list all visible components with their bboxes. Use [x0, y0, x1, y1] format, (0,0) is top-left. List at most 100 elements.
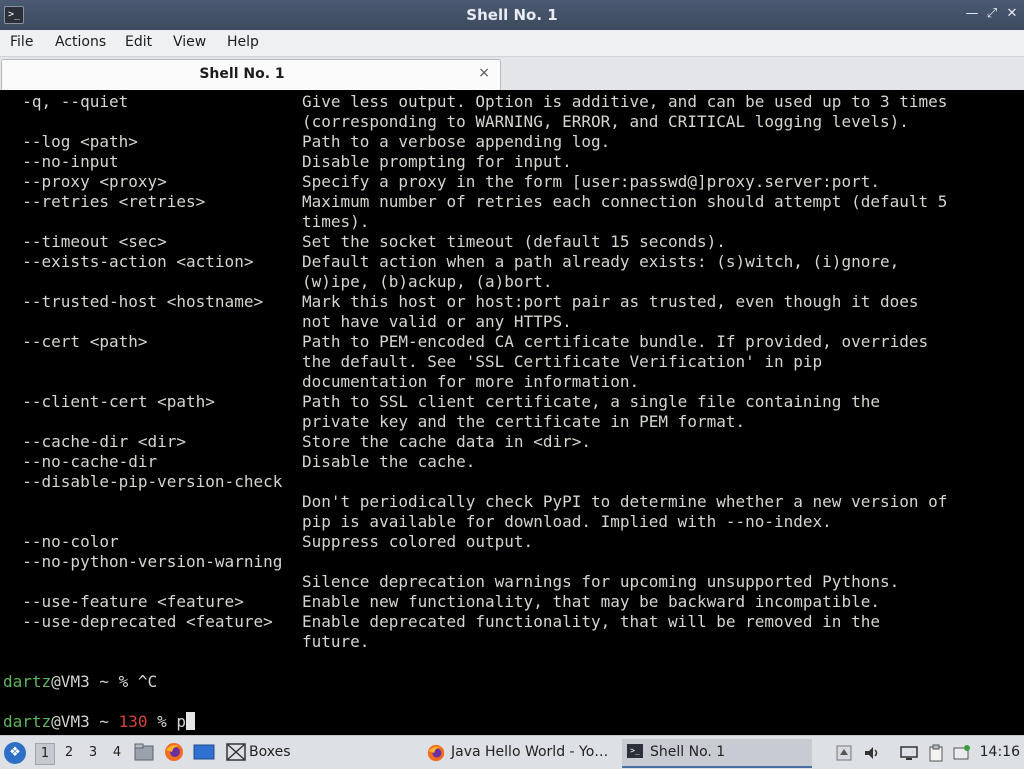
boxes-label[interactable]: Boxes	[249, 736, 291, 769]
terminal-line: --disable-pip-version-check	[3, 472, 282, 492]
taskbar: ❖ 1 2 3 4 Boxes Java Hello World - Yo… >…	[0, 735, 1024, 769]
option-description: times).	[302, 212, 370, 231]
prompt-host: @VM3 ~	[51, 672, 119, 691]
option-description: Don't periodically check PyPI to determi…	[302, 492, 948, 511]
menu-actions[interactable]: Actions	[55, 34, 106, 50]
firefox-icon[interactable]	[163, 742, 185, 762]
option-description: Specify a proxy in the form [user:passwd…	[302, 172, 880, 191]
terminal-line: --cache-dir <dir> Store the cache data in…	[3, 432, 591, 452]
shell-prompt: dartz@VM3 ~ % ^C	[3, 672, 157, 692]
terminal-line: --use-feature <feature> Enable new functi…	[3, 592, 880, 612]
terminal-line: --client-cert <path> Path to SSL client c…	[3, 392, 880, 412]
maximize-icon[interactable]: ⤢	[984, 6, 1000, 22]
task-terminal[interactable]: >_ Shell No. 1	[622, 739, 812, 768]
terminal-line: --no-input Disable prompting for input.	[3, 152, 571, 172]
option-description: Enable deprecated functionality, that wi…	[302, 612, 880, 631]
minimize-icon[interactable]: —	[964, 6, 980, 22]
terminal-line: --cert <path> Path to PEM-encoded CA cert…	[3, 332, 928, 352]
workspace-1[interactable]: 1	[35, 743, 55, 765]
option-description: the default. See 'SSL Certificate Verifi…	[302, 352, 823, 371]
task-firefox[interactable]: Java Hello World - Yo…	[424, 739, 614, 766]
option-description: (corresponding to WARNING, ERROR, and CR…	[302, 112, 909, 131]
terminal-line: --exists-action <action> Default action w…	[3, 252, 899, 272]
prompt-exit-code: 130	[118, 712, 148, 731]
menu-help[interactable]: Help	[227, 34, 259, 50]
prompt-command: p	[176, 712, 187, 731]
option-name: --trusted-host <hostname>	[3, 292, 264, 311]
window-title: Shell No. 1	[466, 6, 558, 24]
terminal-line: --proxy <proxy> Specify a proxy in the fo…	[3, 172, 880, 192]
option-name: --timeout <sec>	[3, 232, 167, 251]
start-menu-icon[interactable]: ❖	[4, 742, 26, 764]
option-name: --cert <path>	[3, 332, 148, 351]
terminal-output[interactable]: -q, --quiet Give less output. Option is a…	[0, 90, 1024, 735]
task-label: Shell No. 1	[650, 744, 726, 760]
tab-bar: Shell No. 1 ×	[0, 57, 1024, 91]
option-description: documentation for more information.	[302, 372, 640, 391]
option-name: --use-deprecated <feature>	[3, 612, 273, 631]
text-cursor	[186, 712, 196, 730]
option-name: --exists-action <action>	[3, 252, 254, 271]
prompt-user: dartz	[3, 672, 52, 691]
option-description: Disable the cache.	[302, 452, 476, 471]
clipboard-icon[interactable]	[927, 744, 945, 762]
option-description: Suppress colored output.	[302, 532, 534, 551]
option-name: --no-python-version-warning	[3, 552, 283, 571]
option-description: Maximum number of retries each connectio…	[302, 192, 948, 211]
menu-bar: File Actions Edit View Help	[0, 30, 1024, 57]
terminal-line: --no-cache-dir Disable the cache.	[3, 452, 475, 472]
option-description: not have valid or any HTTPS.	[302, 312, 572, 331]
shell-prompt: dartz@VM3 ~ 130 % p	[3, 712, 196, 732]
option-name: --no-cache-dir	[3, 452, 158, 471]
close-icon[interactable]: ✕	[1004, 6, 1020, 22]
option-description: future.	[302, 632, 370, 651]
option-description: private key and the certificate in PEM f…	[302, 412, 746, 431]
option-description: Disable prompting for input.	[302, 152, 572, 171]
option-name: --retries <retries>	[3, 192, 206, 211]
option-description: (w)ipe, (b)ackup, (a)bort.	[302, 272, 553, 291]
option-name: --no-color	[3, 532, 119, 551]
monitor-icon[interactable]	[953, 744, 971, 762]
prompt-host: @VM3 ~	[51, 712, 119, 731]
terminal-line: --log <path> Path to a verbose appending …	[3, 132, 610, 152]
terminal-line: --trusted-host <hostname> Mark this host …	[3, 292, 918, 312]
option-name: --proxy <proxy>	[3, 172, 167, 191]
prompt-command: ^C	[137, 672, 158, 691]
task-label: Java Hello World - Yo…	[451, 744, 609, 760]
prompt-symbol: %	[118, 672, 138, 691]
option-name: --log <path>	[3, 132, 138, 151]
window-titlebar: >_ Shell No. 1 — ⤢ ✕	[0, 0, 1024, 30]
menu-file[interactable]: File	[10, 34, 33, 50]
option-description: Silence deprecation warnings for upcomin…	[302, 572, 900, 591]
terminal-icon: >_	[627, 744, 643, 758]
prompt-user: dartz	[3, 712, 52, 731]
network-icon[interactable]	[835, 744, 853, 762]
menu-edit[interactable]: Edit	[125, 34, 152, 50]
workspace-4[interactable]: 4	[108, 743, 126, 763]
tab-label: Shell No. 1	[199, 66, 285, 82]
option-description: Give less output. Option is additive, an…	[302, 92, 948, 111]
option-description: Store the cache data in <dir>.	[302, 432, 591, 451]
file-manager-icon[interactable]	[133, 742, 155, 762]
terminal-line: -q, --quiet Give less output. Option is a…	[3, 92, 947, 112]
menu-view[interactable]: View	[173, 34, 206, 50]
option-description: Set the socket timeout (default 15 secon…	[302, 232, 726, 251]
terminal-line: --no-python-version-warning	[3, 552, 282, 572]
option-description: Default action when a path already exist…	[302, 252, 900, 271]
terminal-line: --retries <retries> Maximum number of ret…	[3, 192, 947, 212]
option-description: pip is available for download. Implied w…	[302, 512, 832, 531]
firefox-icon	[427, 744, 445, 762]
desktop-icon[interactable]	[193, 742, 215, 762]
tab-shell-1[interactable]: Shell No. 1 ×	[1, 59, 501, 90]
terminal-line: --no-color Suppress colored output.	[3, 532, 533, 552]
tab-close-icon[interactable]: ×	[478, 65, 490, 81]
boxes-icon[interactable]	[225, 742, 247, 762]
volume-icon[interactable]	[863, 744, 881, 762]
option-description: Mark this host or host:port pair as trus…	[302, 292, 919, 311]
workspace-3[interactable]: 3	[84, 743, 102, 763]
terminal-line: --use-deprecated <feature> Enable depreca…	[3, 612, 880, 632]
display-icon[interactable]	[900, 744, 918, 762]
workspace-2[interactable]: 2	[60, 743, 78, 763]
option-description: Path to a verbose appending log.	[302, 132, 611, 151]
option-name: --disable-pip-version-check	[3, 472, 283, 491]
